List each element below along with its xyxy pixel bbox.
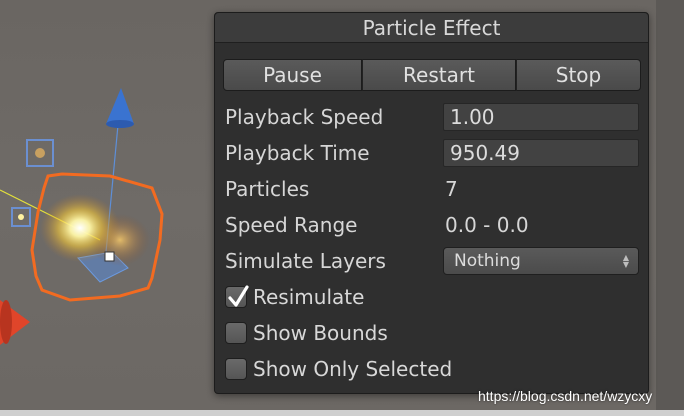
x-axis-cone xyxy=(0,300,30,345)
playback-speed-field[interactable]: 1.00 xyxy=(443,103,639,131)
show-bounds-row: Show Bounds xyxy=(225,317,645,349)
playback-time-row: Playback Time 950.49 xyxy=(225,137,645,169)
show-only-selected-label: Show Only Selected xyxy=(253,357,453,381)
show-only-selected-checkbox[interactable] xyxy=(225,358,247,380)
playback-time-field[interactable]: 950.49 xyxy=(443,139,639,167)
playback-speed-row: Playback Speed 1.00 xyxy=(225,101,645,133)
restart-button[interactable]: Restart xyxy=(362,59,516,91)
particle-effect-panel: Particle Effect Pause Restart Stop Playb… xyxy=(214,12,649,394)
updown-arrows-icon: ▲ ▼ xyxy=(622,253,630,269)
particles-label: Particles xyxy=(225,177,310,201)
z-axis-cone xyxy=(106,88,134,128)
window-bottom-edge xyxy=(0,410,684,416)
simulate-layers-value: Nothing xyxy=(454,251,521,271)
show-only-selected-row: Show Only Selected xyxy=(225,353,645,385)
speed-range-value: 0.0 - 0.0 xyxy=(445,213,529,237)
playback-time-label: Playback Time xyxy=(225,141,370,165)
simulate-layers-row: Simulate Layers Nothing ▲ ▼ xyxy=(225,245,645,277)
speed-range-label: Speed Range xyxy=(225,213,358,237)
resimulate-checkbox[interactable] xyxy=(225,285,249,308)
particles-value: 7 xyxy=(445,177,458,201)
simulate-layers-dropdown[interactable]: Nothing ▲ ▼ xyxy=(443,247,639,275)
playback-speed-label: Playback Speed xyxy=(225,105,384,129)
show-bounds-checkbox[interactable] xyxy=(225,322,247,344)
show-bounds-label: Show Bounds xyxy=(253,321,388,345)
simulate-layers-label: Simulate Layers xyxy=(225,249,386,273)
watermark-text: https://blog.csdn.net/wzycxy xyxy=(478,388,653,404)
playback-controls: Pause Restart Stop xyxy=(223,59,641,91)
panel-title: Particle Effect xyxy=(215,13,648,43)
checkmark-icon xyxy=(228,285,249,307)
stop-button[interactable]: Stop xyxy=(516,59,641,91)
resimulate-label: Resimulate xyxy=(253,285,365,309)
resimulate-row: Resimulate xyxy=(225,281,645,313)
pause-button[interactable]: Pause xyxy=(223,59,362,91)
particles-row: Particles 7 xyxy=(225,173,645,205)
speed-range-row: Speed Range 0.0 - 0.0 xyxy=(225,209,645,241)
scene-edge xyxy=(656,0,684,416)
